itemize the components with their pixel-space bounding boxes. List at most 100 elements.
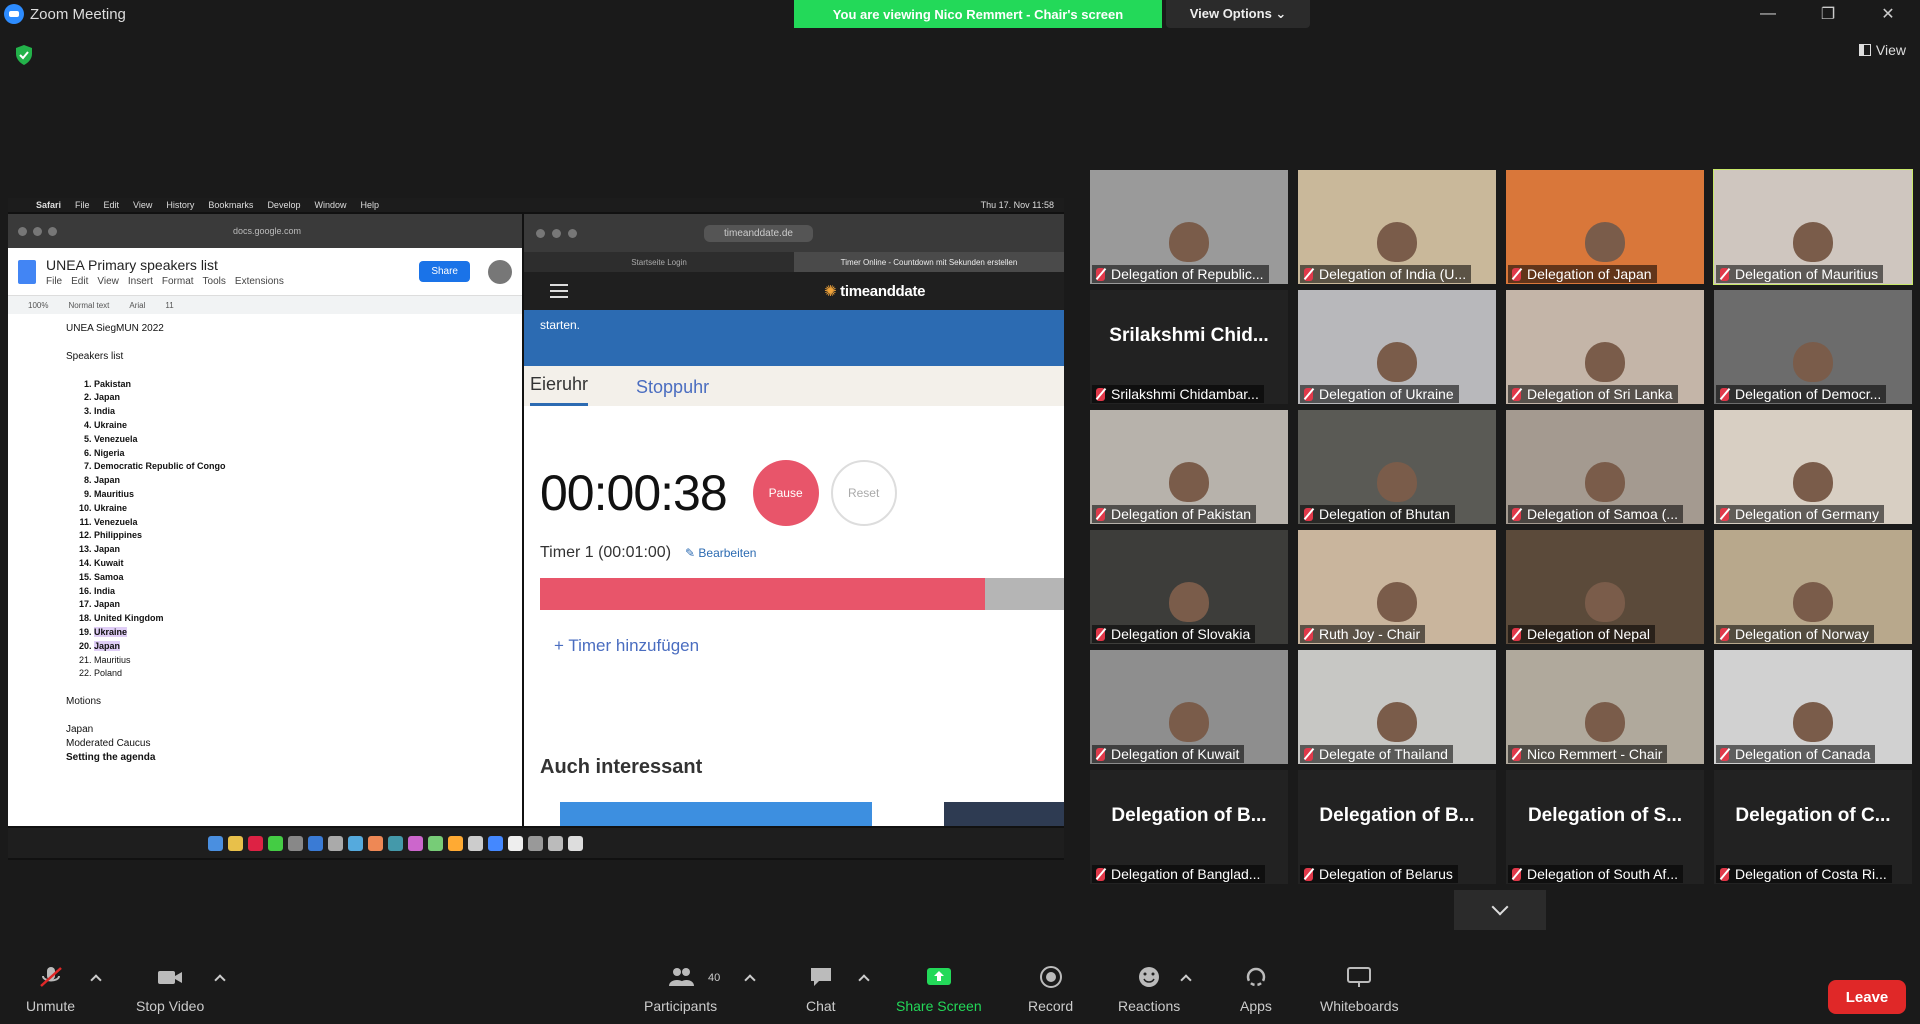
- meeting-toolbar: Unmute Stop Video Participants 40 Chat S…: [0, 950, 1920, 1024]
- article-thumbnail: [560, 802, 872, 826]
- dock-app-icon: [428, 835, 443, 851]
- dock-app-icon: [468, 835, 483, 851]
- participant-name-label: Delegation of Kuwait: [1092, 745, 1245, 763]
- stop-video-button[interactable]: Stop Video: [136, 966, 204, 1014]
- unmute-button[interactable]: Unmute: [26, 966, 75, 1014]
- encryption-shield-icon[interactable]: [14, 44, 34, 66]
- share-screen-button[interactable]: Share Screen: [896, 966, 982, 1014]
- participant-tile[interactable]: Delegation of Pakistan: [1090, 410, 1288, 524]
- dock-app-icon: [568, 835, 583, 851]
- dock-app-icon: [448, 835, 463, 851]
- apps-button[interactable]: Apps: [1240, 966, 1272, 1014]
- doc-menu-item: Edit: [71, 275, 89, 287]
- participant-tile[interactable]: Delegation of B... Delegation of Belarus: [1298, 770, 1496, 884]
- participant-name-label: Delegation of Bhutan: [1300, 505, 1455, 523]
- participant-tile[interactable]: Srilakshmi Chid... Srilakshmi Chidambar..…: [1090, 290, 1288, 404]
- window-dot: [33, 226, 42, 236]
- participant-tile[interactable]: Delegation of Kuwait: [1090, 650, 1288, 764]
- whiteboards-button[interactable]: Whiteboards: [1320, 966, 1399, 1014]
- participant-figure: [1585, 462, 1625, 502]
- participant-figure: [1585, 582, 1625, 622]
- gallery-next-page-button[interactable]: [1454, 890, 1546, 930]
- audio-options-caret-icon[interactable]: [90, 974, 102, 986]
- muted-mic-icon: [1304, 747, 1313, 761]
- speaker-item: Japan: [94, 474, 522, 488]
- participant-tile[interactable]: Delegation of Norway: [1714, 530, 1912, 644]
- doc-toolbar-item: Arial: [129, 300, 146, 310]
- chevron-down-icon: [1491, 898, 1509, 916]
- participant-tile[interactable]: Delegation of Republic...: [1090, 170, 1288, 284]
- timeanddate-window: timeanddate.de Startseite Login Timer On…: [524, 214, 1064, 826]
- participant-figure: [1377, 222, 1417, 262]
- doc-toolbar-item: 11: [165, 300, 174, 310]
- participant-tile[interactable]: Delegation of B... Delegation of Banglad.…: [1090, 770, 1288, 884]
- participant-name-label: Srilakshmi Chidambar...: [1092, 385, 1264, 403]
- mac-menu-item: Window: [314, 200, 347, 210]
- participant-tile[interactable]: Delegate of Thailand: [1298, 650, 1496, 764]
- participant-tile[interactable]: Delegation of Sri Lanka: [1506, 290, 1704, 404]
- close-button[interactable]: ✕: [1864, 0, 1912, 28]
- leave-button[interactable]: Leave: [1828, 980, 1906, 1014]
- doc-menu-item: File: [46, 275, 63, 287]
- participant-tile[interactable]: Delegation of Mauritius: [1713, 169, 1913, 285]
- dock-app-icon: [268, 835, 283, 851]
- participant-tile[interactable]: Delegation of Bhutan: [1298, 410, 1496, 524]
- docs-icon: [18, 259, 36, 284]
- video-options-caret-icon[interactable]: [214, 974, 226, 986]
- participant-display-name: Srilakshmi Chid...: [1109, 325, 1269, 346]
- participant-name-label: Delegation of South Af...: [1508, 865, 1683, 883]
- participant-figure: [1585, 342, 1625, 382]
- mac-menu-item: File: [75, 200, 90, 210]
- participant-name-label: Delegation of Costa Ri...: [1716, 865, 1892, 883]
- reactions-options-caret-icon[interactable]: [1180, 974, 1192, 986]
- participant-tile[interactable]: Delegation of Ukraine: [1298, 290, 1496, 404]
- chat-options-caret-icon[interactable]: [858, 974, 870, 986]
- participant-name-label: Delegation of Germany: [1716, 505, 1884, 523]
- participant-tile[interactable]: Delegation of S... Delegation of South Af…: [1506, 770, 1704, 884]
- speaker-item: United Kingdom: [94, 612, 522, 626]
- participant-tile[interactable]: Delegation of Slovakia: [1090, 530, 1288, 644]
- dock-app-icon: [388, 835, 403, 851]
- participant-tile[interactable]: Delegation of Democr...: [1714, 290, 1912, 404]
- minimize-button[interactable]: —: [1744, 0, 1792, 28]
- doc-toolbar-item: 100%: [28, 300, 49, 310]
- zoom-meeting-window: Zoom Meeting You are viewing Nico Remmer…: [0, 0, 1920, 1024]
- participant-tile[interactable]: Ruth Joy - Chair: [1298, 530, 1496, 644]
- whiteboard-icon: [1347, 967, 1372, 987]
- muted-mic-icon: [1512, 627, 1521, 641]
- view-options-button[interactable]: View Options ⌄: [1166, 0, 1310, 28]
- participant-tile[interactable]: Nico Remmert - Chair: [1506, 650, 1704, 764]
- doc-menu-item: Format: [161, 275, 194, 287]
- participant-tile[interactable]: Delegation of Nepal: [1506, 530, 1704, 644]
- whiteboards-label: Whiteboards: [1320, 998, 1399, 1014]
- participant-tile[interactable]: Delegation of Germany: [1714, 410, 1912, 524]
- stop-video-label: Stop Video: [136, 998, 205, 1014]
- reactions-button[interactable]: Reactions: [1118, 966, 1180, 1014]
- participant-name-label: Delegation of Canada: [1716, 745, 1876, 763]
- view-layout-button[interactable]: View: [1858, 42, 1906, 58]
- speaker-item: Samoa: [94, 571, 522, 585]
- participant-tile[interactable]: Delegation of C... Delegation of Costa Ri…: [1714, 770, 1912, 884]
- timer-meta: Timer 1 (00:01:00) ✎ Bearbeiten: [524, 544, 1064, 562]
- motion-line: Setting the agenda: [66, 751, 156, 763]
- participant-tile[interactable]: Delegation of India (U...: [1298, 170, 1496, 284]
- muted-mic-icon: [39, 967, 62, 987]
- restore-button[interactable]: ❐: [1804, 0, 1852, 28]
- participants-options-caret-icon[interactable]: [744, 974, 756, 986]
- dock-app-icon: [408, 835, 423, 851]
- participant-tile[interactable]: Delegation of Samoa (...: [1506, 410, 1704, 524]
- participant-tile[interactable]: Delegation of Japan: [1506, 170, 1704, 284]
- doc-body: UNEA SiegMUN 2022 Speakers list Pakistan…: [8, 314, 522, 764]
- browser-tab: Startseite Login: [631, 257, 687, 267]
- window-dot: [48, 226, 57, 236]
- record-button[interactable]: Record: [1028, 966, 1073, 1014]
- participant-tile[interactable]: Delegation of Canada: [1714, 650, 1912, 764]
- mac-menu-bar: Safari File Edit View History Bookmarks Develo…: [8, 198, 1064, 212]
- timer-row: 00:00:38 Pause Reset: [524, 460, 1064, 526]
- doc-share-button: Share: [419, 261, 470, 282]
- chat-button[interactable]: Chat: [806, 966, 836, 1014]
- browser-tabs: Startseite Login Timer Online - Countdow…: [524, 252, 1064, 272]
- muted-mic-icon: [1720, 387, 1729, 401]
- shared-screen[interactable]: Safari File Edit View History Bookmarks Develo…: [8, 198, 1064, 860]
- participants-button[interactable]: Participants: [644, 966, 717, 1014]
